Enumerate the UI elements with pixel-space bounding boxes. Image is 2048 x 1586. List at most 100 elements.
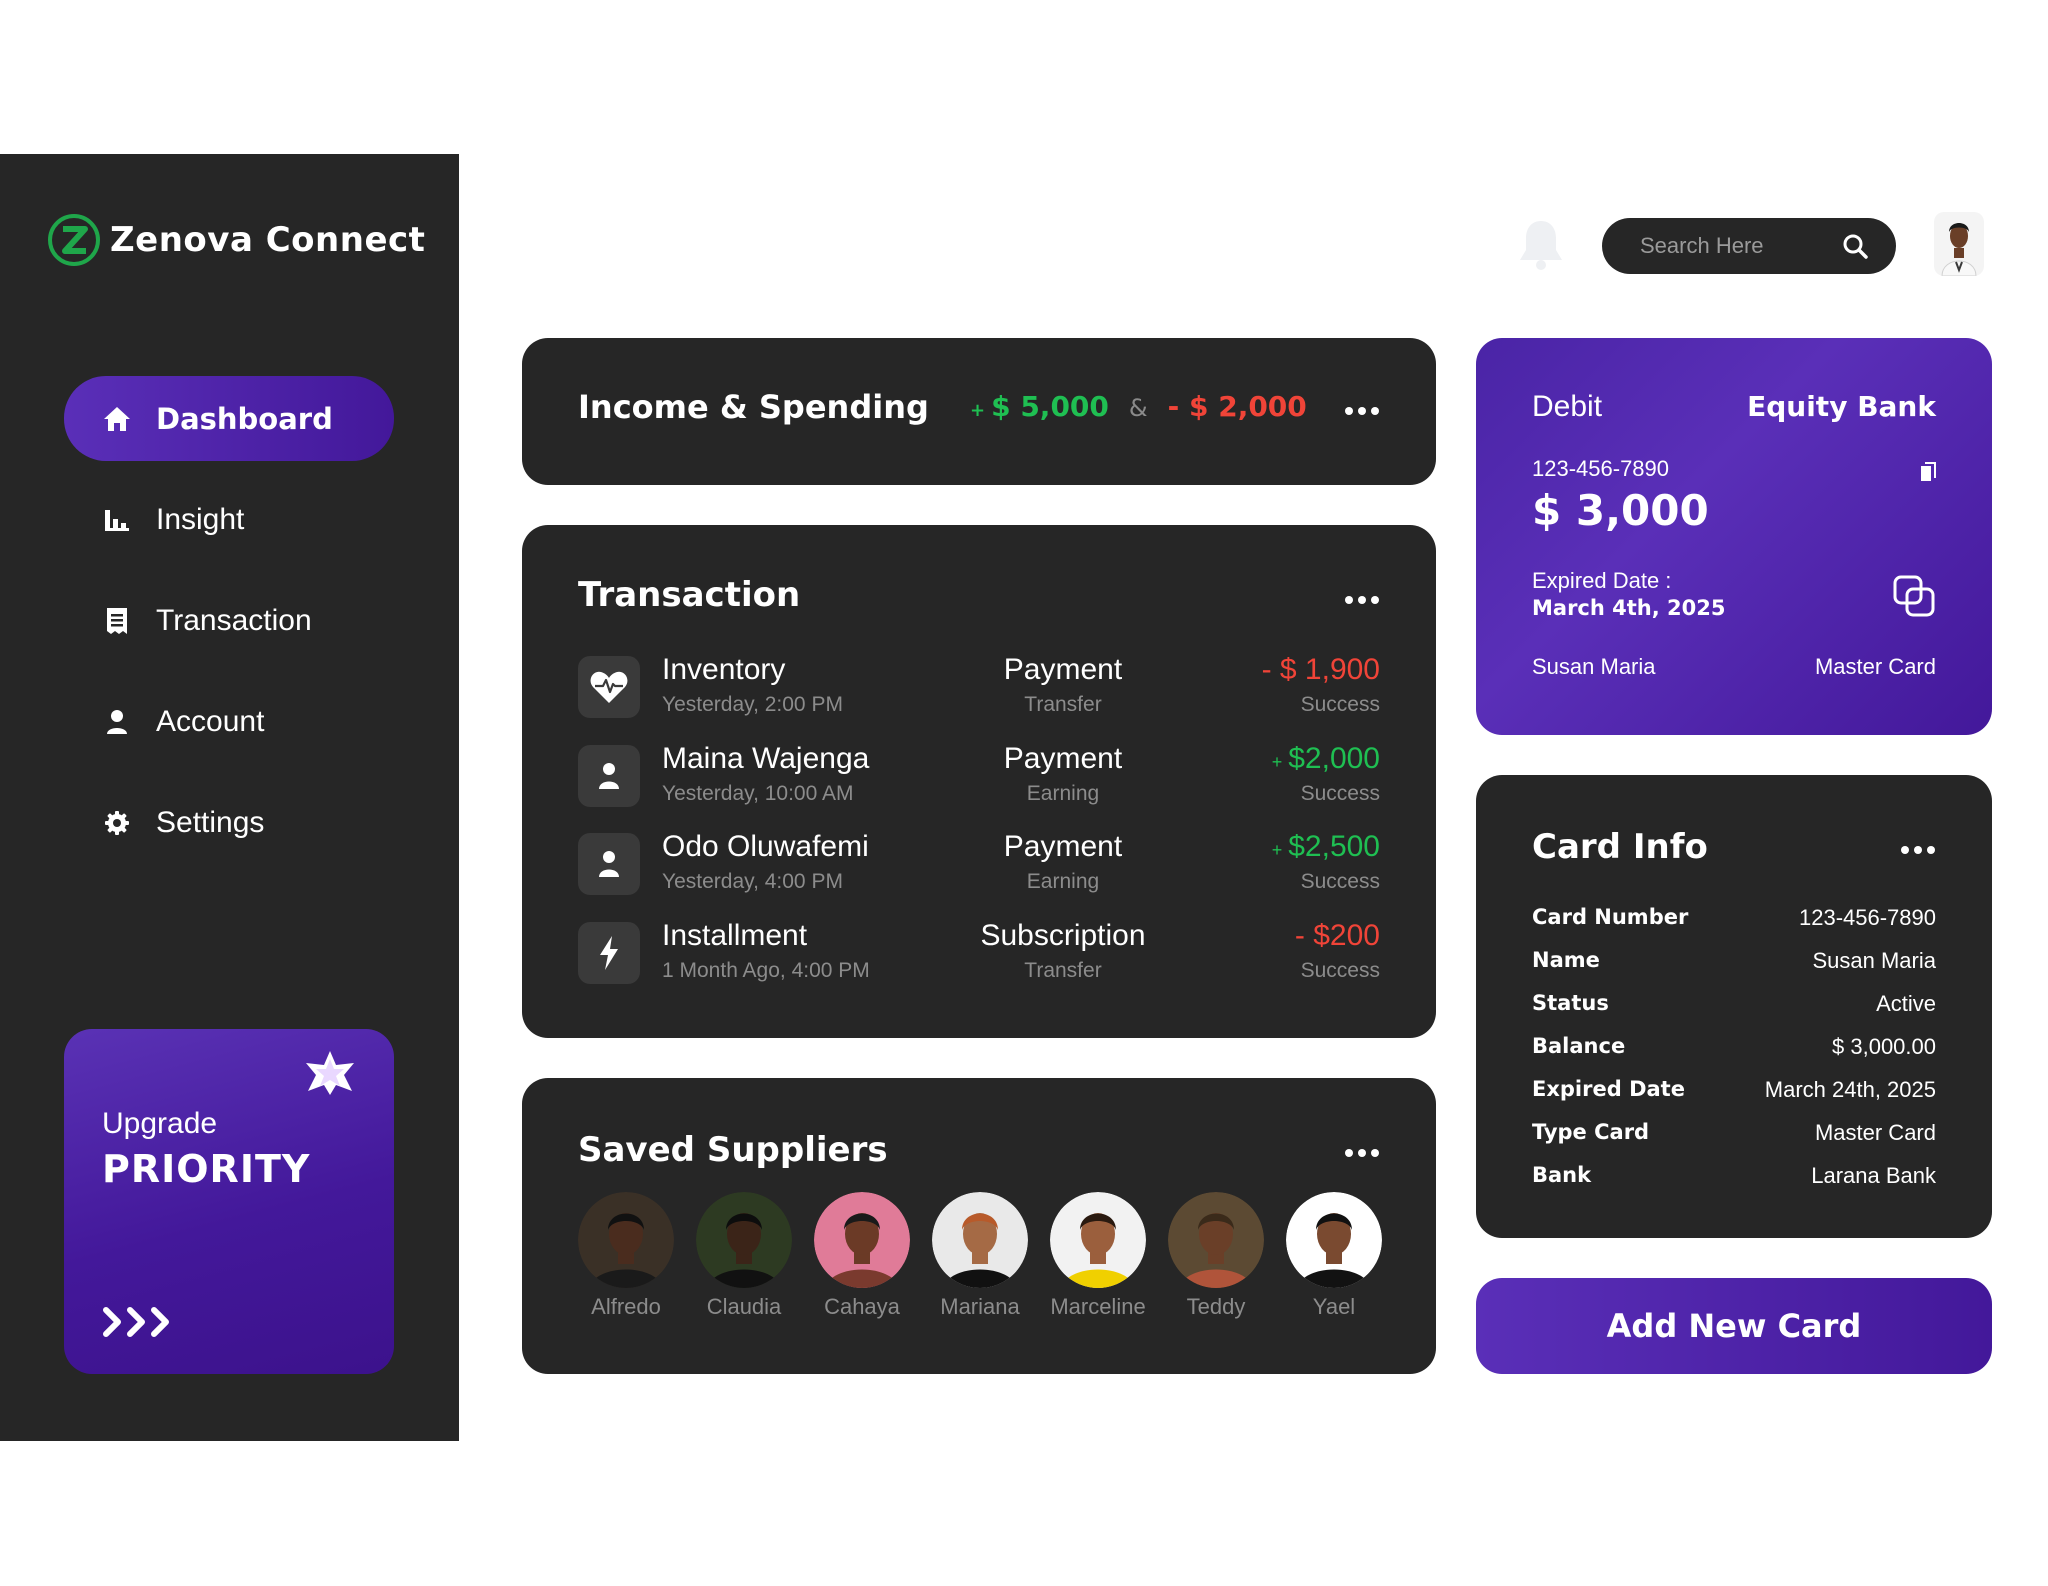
upgrade-priority-card[interactable]: Upgrade PRIORITY [64, 1029, 394, 1374]
card-info-row: Name Susan Maria [1532, 948, 1936, 978]
transaction-status: Success [1300, 782, 1380, 805]
card-expiry-label: Expired Date : [1532, 568, 1672, 593]
supplier-item[interactable]: Marceline [1050, 1192, 1146, 1320]
card-network: Master Card [1814, 654, 1936, 679]
debit-card[interactable]: Debit Equity Bank 123-456-7890 $ 3,000 E… [1476, 338, 1992, 735]
supplier-name: Mariana [940, 1294, 1020, 1319]
supplier-name: Yael [1312, 1294, 1356, 1319]
add-new-card-button[interactable]: Add New Card [1476, 1278, 1992, 1374]
transaction-time: Yesterday, 2:00 PM [662, 693, 843, 716]
card-info-title: Card Info [1532, 827, 1708, 867]
upgrade-label: Upgrade [102, 1107, 218, 1140]
sidebar-item-label: Account [156, 704, 265, 738]
supplier-avatar [578, 1192, 674, 1288]
transaction-amount: - $200 [1294, 919, 1380, 952]
supplier-item[interactable]: Yael [1286, 1192, 1382, 1320]
supplier-avatar [696, 1192, 792, 1288]
search-icon[interactable] [1842, 233, 1868, 259]
supplier-name: Cahaya [824, 1294, 900, 1319]
transaction-status: Success [1300, 870, 1380, 893]
card-info-row: Status Active [1532, 991, 1936, 1021]
upgrade-title: PRIORITY [102, 1147, 311, 1191]
amount-plus-sign: + [1271, 840, 1283, 860]
person-icon [578, 833, 640, 895]
search-input[interactable] [1640, 233, 1840, 259]
home-icon [102, 404, 132, 434]
transaction-time: Yesterday, 10:00 AM [662, 782, 854, 805]
card-holder: Susan Maria [1532, 654, 1656, 679]
card-info-value: March 24th, 2025 [1764, 1077, 1936, 1102]
card-info-value: Larana Bank [1811, 1163, 1936, 1188]
transaction-time: 1 Month Ago, 4:00 PM [662, 959, 870, 982]
transaction-card: Transaction Inventory Yesterday, 2:00 PM… [522, 525, 1436, 1038]
transaction-subtype: Transfer [1024, 693, 1102, 716]
duplicate-icon[interactable] [1892, 574, 1936, 618]
transaction-amount: + $2,000 [1272, 742, 1380, 776]
income-spending-card: Income & Spending + $ 5,000 & - $ 2,000 [522, 338, 1436, 485]
supplier-name: Marceline [1050, 1294, 1146, 1319]
sidebar: Zenova Connect Dashboard Insight Transac… [0, 154, 459, 1441]
supplier-item[interactable]: Cahaya [814, 1192, 910, 1320]
card-bank: Equity Bank [1747, 390, 1936, 423]
transaction-status: Success [1300, 959, 1380, 982]
card-info-value: 123-456-7890 [1798, 905, 1936, 930]
transaction-row[interactable]: Installment 1 Month Ago, 4:00 PM Subscri… [578, 919, 1380, 985]
saved-suppliers-card: Saved Suppliers Alfredo Claudia Cahaya Mari… [522, 1078, 1436, 1374]
card-info-value: Active [1876, 991, 1936, 1016]
bar-chart-icon [102, 505, 132, 535]
supplier-item[interactable]: Teddy [1168, 1192, 1264, 1320]
sidebar-item-account[interactable]: Account [64, 679, 394, 764]
search-bar [1602, 218, 1896, 274]
transaction-name: Odo Oluwafemi [662, 830, 869, 863]
transaction-amount: - $ 1,900 [1261, 653, 1380, 686]
more-options-icon[interactable] [1344, 406, 1380, 416]
transaction-name: Installment [662, 919, 808, 952]
card-info-value: $ 3,000.00 [1832, 1034, 1936, 1059]
notification-bell-icon[interactable] [1516, 218, 1566, 272]
sidebar-item-label: Settings [156, 805, 265, 839]
card-info-row: Expired Date March 24th, 2025 [1532, 1077, 1936, 1107]
card-info-card: Card Info Card Number 123-456-7890 Name … [1476, 775, 1992, 1238]
triple-chevron-right-icon[interactable] [102, 1304, 182, 1340]
transaction-subtype: Earning [1026, 782, 1100, 805]
sidebar-item-dashboard[interactable]: Dashboard [64, 376, 394, 461]
transaction-row[interactable]: Maina Wajenga Yesterday, 10:00 AM Paymen… [578, 742, 1380, 808]
card-type: Debit [1532, 390, 1603, 423]
supplier-item[interactable]: Mariana [932, 1192, 1028, 1320]
more-options-icon[interactable] [1344, 1148, 1380, 1158]
card-info-key: Status [1532, 991, 1609, 1015]
person-icon [578, 745, 640, 807]
transaction-status: Success [1300, 693, 1380, 716]
more-options-icon[interactable] [1900, 845, 1936, 855]
copy-icon[interactable] [1920, 462, 1936, 482]
card-info-key: Balance [1532, 1034, 1626, 1058]
supplier-name: Teddy [1186, 1294, 1246, 1319]
supplier-avatar [1050, 1192, 1146, 1288]
transaction-time: Yesterday, 4:00 PM [662, 870, 843, 893]
supplier-item[interactable]: Alfredo [578, 1192, 674, 1320]
transaction-amount-value: $2,000 [1288, 742, 1380, 775]
supplier-avatar [932, 1192, 1028, 1288]
transaction-row[interactable]: Inventory Yesterday, 2:00 PM Payment Tra… [578, 653, 1380, 719]
user-avatar[interactable] [1934, 212, 1984, 276]
more-options-icon[interactable] [1344, 595, 1380, 605]
sidebar-item-transaction[interactable]: Transaction [64, 578, 394, 663]
transaction-row[interactable]: Odo Oluwafemi Yesterday, 4:00 PM Payment… [578, 830, 1380, 896]
transaction-subtype: Transfer [1024, 959, 1102, 982]
supplier-item[interactable]: Claudia [696, 1192, 792, 1320]
zenova-logo-icon [48, 214, 100, 266]
supplier-avatar [1168, 1192, 1264, 1288]
income-separator: & [1128, 394, 1148, 422]
sidebar-item-label: Insight [156, 502, 245, 536]
amount-plus-sign: + [1271, 752, 1283, 772]
saved-suppliers-title: Saved Suppliers [578, 1130, 888, 1170]
brand-name: Zenova Connect [110, 220, 426, 260]
sidebar-item-settings[interactable]: Settings [64, 780, 394, 865]
supplier-name: Alfredo [591, 1294, 661, 1319]
user-icon [102, 707, 132, 737]
gear-icon [102, 808, 132, 838]
brand[interactable]: Zenova Connect [46, 212, 425, 268]
supplier-avatar [1286, 1192, 1382, 1288]
sidebar-item-insight[interactable]: Insight [64, 477, 394, 562]
card-info-key: Card Number [1532, 905, 1689, 929]
